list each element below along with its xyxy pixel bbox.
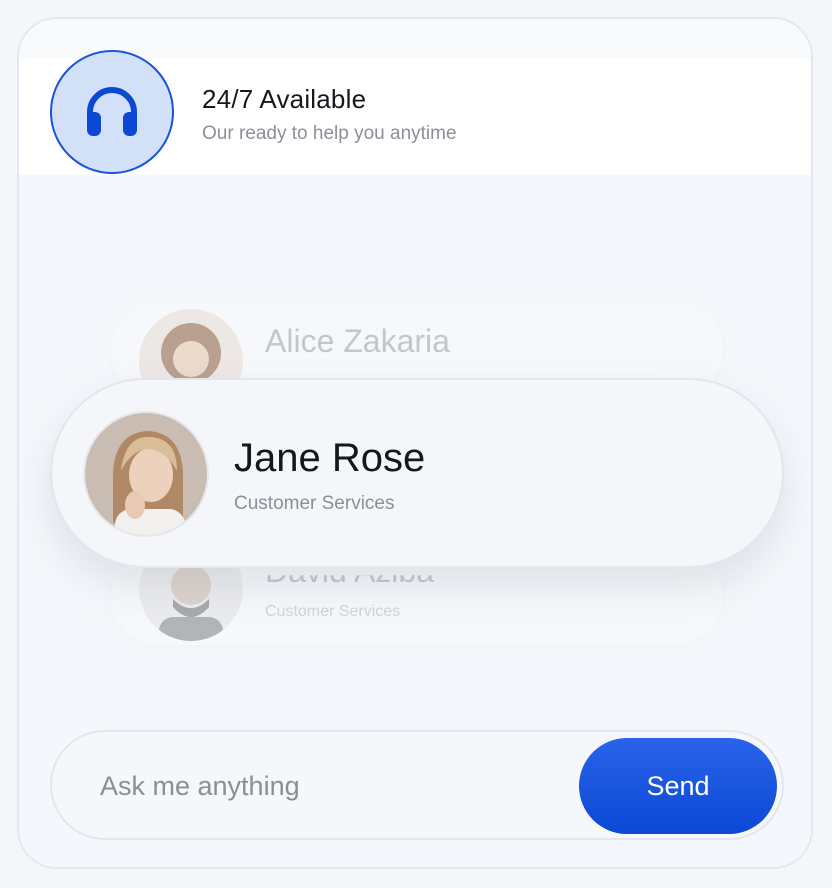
headphones-icon — [87, 87, 137, 136]
message-input[interactable] — [98, 760, 562, 812]
avatar — [83, 411, 209, 537]
agent-card-active[interactable]: Jane Rose Customer Services — [50, 378, 784, 568]
support-badge — [50, 50, 174, 174]
send-button[interactable]: Send — [579, 738, 777, 834]
agent-role: Customer Services — [265, 603, 401, 620]
support-widget: 24/7 Available Our ready to help you any… — [17, 17, 813, 869]
message-composer: Send — [50, 730, 784, 840]
availability-subtitle: Our ready to help you anytime — [202, 123, 457, 144]
availability-title: 24/7 Available — [202, 84, 367, 114]
agent-name: Jane Rose — [234, 436, 426, 480]
agent-role: Customer Services — [234, 493, 395, 514]
agent-name: Alice Zakaria — [265, 323, 450, 359]
